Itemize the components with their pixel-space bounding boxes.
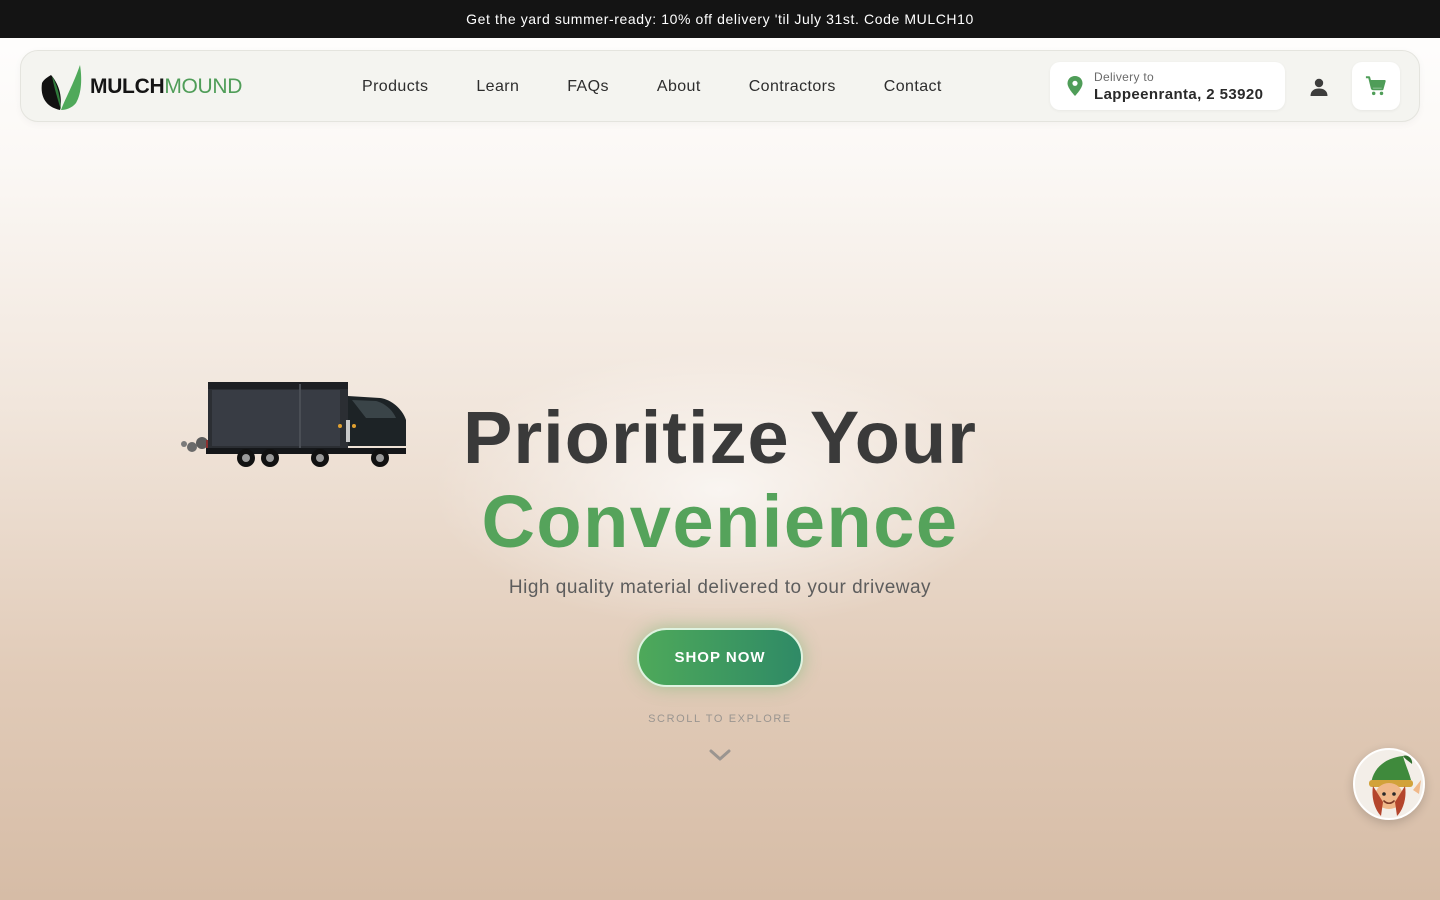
- chevron-down-icon[interactable]: [708, 746, 732, 764]
- logo[interactable]: MULCHMOUND: [40, 63, 242, 111]
- nav-item-learn[interactable]: Learn: [476, 78, 519, 96]
- nav-item-about[interactable]: About: [657, 78, 701, 96]
- site-header: MULCHMOUND Products Learn FAQs About Con…: [20, 50, 1420, 122]
- account-button[interactable]: [1299, 67, 1339, 107]
- shop-now-button[interactable]: SHOP NOW: [637, 628, 803, 687]
- map-pin-icon: [1067, 76, 1083, 96]
- chat-assistant-button[interactable]: [1353, 748, 1425, 820]
- nav-item-contact[interactable]: Contact: [884, 78, 942, 96]
- nav-item-faqs[interactable]: FAQs: [567, 78, 609, 96]
- main-nav: Products Learn FAQs About Contractors Co…: [362, 51, 990, 123]
- delivery-location-button[interactable]: Delivery to Lappeenranta, 2 53920: [1050, 62, 1285, 110]
- brand-name-part2: MOUND: [164, 75, 243, 98]
- scroll-hint: SCROLL TO EXPLORE: [648, 713, 792, 725]
- delivery-text: Delivery to Lappeenranta, 2 53920: [1094, 70, 1263, 103]
- delivery-location: Lappeenranta, 2 53920: [1094, 85, 1264, 103]
- hero-headline-line1: Prioritize Your: [463, 396, 977, 479]
- delivery-label: Delivery to: [1094, 69, 1154, 84]
- gnome-assistant-icon: [1369, 755, 1421, 816]
- hero-subtitle: High quality material delivered to your …: [508, 577, 932, 598]
- nav-item-products[interactable]: Products: [362, 78, 428, 96]
- brand-name-part1: MULCH: [90, 75, 165, 98]
- user-icon: [1310, 78, 1328, 96]
- nav-item-contractors[interactable]: Contractors: [749, 78, 836, 96]
- promo-text: Get the yard summer-ready: 10% off deliv…: [466, 11, 974, 27]
- promo-banner: Get the yard summer-ready: 10% off deliv…: [0, 0, 1440, 38]
- cart-button[interactable]: [1352, 62, 1400, 110]
- leaf-logo-icon: [41, 65, 82, 110]
- hero-headline-line2: Convenience: [481, 480, 959, 563]
- shopping-cart-icon: [1365, 76, 1386, 96]
- brand-name: MULCHMOUND: [90, 75, 242, 99]
